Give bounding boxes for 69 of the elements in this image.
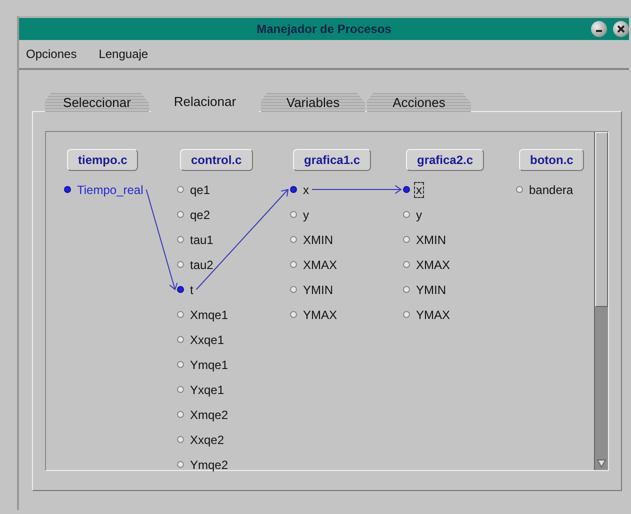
port-dot[interactable]: [177, 261, 184, 268]
minimize-button[interactable]: [591, 21, 607, 37]
port-dot[interactable]: [290, 236, 297, 243]
variable-label[interactable]: YMIN: [414, 282, 448, 298]
variable-label[interactable]: YMAX: [414, 306, 452, 322]
variable-label[interactable]: XMIN: [414, 232, 448, 248]
module-button[interactable]: boton.c: [519, 149, 584, 171]
module-button[interactable]: tiempo.c: [67, 149, 138, 171]
variable-label[interactable]: YMIN: [301, 282, 335, 298]
port-dot[interactable]: [403, 311, 410, 318]
tab[interactable]: Seleccionar: [45, 93, 149, 112]
variable-label[interactable]: Xmqe1: [188, 306, 230, 322]
window-title: Manejador de Procesos: [256, 22, 392, 36]
variable-label[interactable]: Ymqe2: [188, 456, 230, 472]
port-dot[interactable]: [516, 186, 523, 193]
variable-label[interactable]: bandera: [527, 182, 576, 198]
port-dot[interactable]: [177, 211, 184, 218]
scrollbar-thumb[interactable]: [595, 132, 608, 307]
port-dot[interactable]: [177, 361, 184, 368]
port-dot[interactable]: [290, 286, 297, 293]
variable-label[interactable]: qe2: [188, 206, 212, 222]
port-dot[interactable]: [403, 186, 410, 193]
module-button[interactable]: grafica2.c: [406, 149, 484, 171]
port-dot[interactable]: [64, 186, 71, 193]
variable-label[interactable]: t: [188, 282, 196, 298]
port-dot[interactable]: [403, 236, 410, 243]
variable-label[interactable]: Ymqe1: [188, 356, 230, 372]
close-icon: [617, 25, 625, 33]
variable-label[interactable]: Tiempo_real: [75, 182, 146, 198]
port-dot[interactable]: [177, 186, 184, 193]
menu-item[interactable]: Lenguaje: [98, 47, 148, 61]
variable-label[interactable]: XMAX: [301, 256, 340, 272]
port-dot[interactable]: [177, 311, 184, 318]
variable-label[interactable]: tau2: [188, 256, 216, 272]
port-dot[interactable]: [177, 386, 184, 393]
variable-label[interactable]: x: [414, 182, 424, 198]
port-dot[interactable]: [177, 236, 184, 243]
port-dot[interactable]: [290, 261, 297, 268]
port-dot[interactable]: [290, 211, 297, 218]
port-dot[interactable]: [403, 211, 410, 218]
tab[interactable]: Variables: [261, 93, 365, 112]
port-dot[interactable]: [403, 286, 410, 293]
variable-label[interactable]: qe1: [188, 182, 212, 198]
variable-label[interactable]: Xxqe2: [188, 432, 226, 448]
port-dot[interactable]: [177, 411, 184, 418]
variable-label[interactable]: y: [301, 206, 311, 222]
variable-label[interactable]: Xmqe2: [188, 406, 230, 422]
close-button[interactable]: [613, 21, 629, 37]
variable-label[interactable]: tau1: [188, 232, 216, 248]
port-dot[interactable]: [177, 286, 184, 293]
variable-label[interactable]: x: [301, 182, 311, 198]
variable-label[interactable]: Yxqe1: [188, 382, 226, 398]
port-dot[interactable]: [403, 261, 410, 268]
port-dot[interactable]: [290, 311, 297, 318]
module-button[interactable]: grafica1.c: [293, 149, 372, 171]
port-dot[interactable]: [290, 186, 297, 193]
variable-label[interactable]: y: [414, 206, 424, 222]
tab[interactable]: Acciones: [367, 93, 471, 112]
variable-label[interactable]: Xxqe1: [188, 332, 226, 348]
scrollbar[interactable]: [594, 132, 608, 470]
port-dot[interactable]: [177, 336, 184, 343]
port-dot[interactable]: [177, 461, 184, 468]
variable-label[interactable]: XMIN: [301, 232, 335, 248]
port-dot[interactable]: [177, 436, 184, 443]
scroll-down-icon[interactable]: [597, 459, 606, 468]
module-button[interactable]: control.c: [180, 149, 253, 171]
variable-label[interactable]: XMAX: [414, 256, 452, 272]
variable-label[interactable]: YMAX: [301, 306, 340, 322]
menu-item[interactable]: Opciones: [26, 47, 77, 61]
